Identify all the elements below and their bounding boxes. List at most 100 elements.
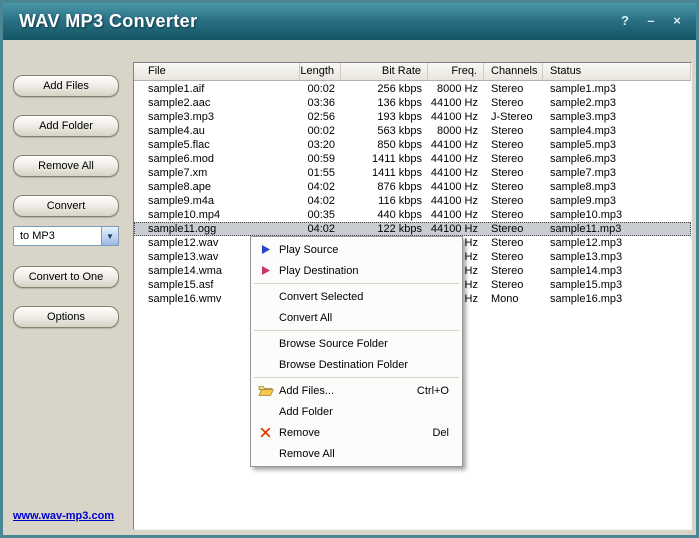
cell-channels: Stereo (484, 138, 543, 152)
menu-item-label: Browse Destination Folder (279, 359, 408, 371)
table-row[interactable]: sample1.aif00:02256 kbps8000 HzStereosam… (134, 82, 691, 96)
cell-length: 01:55 (300, 166, 341, 180)
menu-item-play-destination[interactable]: Play Destination (252, 260, 461, 281)
add-folder-button[interactable]: Add Folder (13, 115, 119, 137)
cell-status: sample14.mp3 (543, 264, 691, 278)
cell-status: sample9.mp3 (543, 194, 691, 208)
cell-channels: Stereo (484, 82, 543, 96)
table-row[interactable]: sample4.au00:02563 kbps8000 HzStereosamp… (134, 124, 691, 138)
cell-length: 03:20 (300, 138, 341, 152)
cell-channels: Stereo (484, 264, 543, 278)
cell-file: sample3.mp3 (134, 110, 300, 124)
menu-item-remove-all[interactable]: Remove All (252, 443, 461, 464)
minimize-button[interactable]: – (642, 13, 660, 30)
convert-button[interactable]: Convert (13, 195, 119, 217)
cell-channels: Mono (484, 292, 543, 306)
table-row[interactable]: sample3.mp302:56193 kbps44100 HzJ-Stereo… (134, 110, 691, 124)
menu-separator (254, 377, 459, 378)
table-row[interactable]: sample7.xm01:551411 kbps44100 HzStereosa… (134, 166, 691, 180)
cell-freq: 44100 Hz (428, 166, 484, 180)
cell-channels: Stereo (484, 194, 543, 208)
menu-item-convert-all[interactable]: Convert All (252, 307, 461, 328)
column-header-channels[interactable]: Channels (484, 63, 543, 80)
table-row[interactable]: sample2.aac03:36136 kbps44100 HzStereosa… (134, 96, 691, 110)
cell-status: sample12.mp3 (543, 236, 691, 250)
menu-item-play-source[interactable]: Play Source (252, 239, 461, 260)
menu-item-label: Play Source (279, 244, 338, 256)
menu-item-browse-source-folder[interactable]: Browse Source Folder (252, 333, 461, 354)
column-header-freq[interactable]: Freq. (428, 63, 484, 80)
menu-item-browse-destination-folder[interactable]: Browse Destination Folder (252, 354, 461, 375)
cell-freq: 8000 Hz (428, 82, 484, 96)
menu-item-convert-selected[interactable]: Convert Selected (252, 286, 461, 307)
cell-freq: 44100 Hz (428, 110, 484, 124)
menu-item-label: Play Destination (279, 265, 359, 277)
cell-channels: Stereo (484, 222, 543, 236)
remove-all-button[interactable]: Remove All (13, 155, 119, 177)
table-row[interactable]: sample5.flac03:20850 kbps44100 HzStereos… (134, 138, 691, 152)
menu-item-label: Convert Selected (279, 291, 363, 303)
options-button[interactable]: Options (13, 306, 119, 328)
output-format-select[interactable]: to MP3 ▼ (13, 226, 119, 246)
website-link[interactable]: www.wav-mp3.com (13, 510, 114, 522)
cell-status: sample10.mp3 (543, 208, 691, 222)
help-button[interactable]: ? (616, 13, 634, 30)
close-button[interactable]: × (668, 13, 686, 30)
cell-status: sample2.mp3 (543, 96, 691, 110)
menu-item-add-files[interactable]: Add Files...Ctrl+O (252, 380, 461, 401)
menu-item-label: Convert All (279, 312, 332, 324)
cell-bitrate: 850 kbps (341, 138, 428, 152)
menu-item-label: Browse Source Folder (279, 338, 388, 350)
cell-length: 04:02 (300, 194, 341, 208)
column-header-length[interactable]: Length (300, 63, 341, 80)
column-header-bitrate[interactable]: Bit Rate (341, 63, 428, 80)
cell-status: sample7.mp3 (543, 166, 691, 180)
cell-status: sample1.mp3 (543, 82, 691, 96)
cell-status: sample16.mp3 (543, 292, 691, 306)
menu-item-label: Remove (279, 427, 320, 439)
cell-status: sample4.mp3 (543, 124, 691, 138)
cell-freq: 44100 Hz (428, 180, 484, 194)
cell-bitrate: 563 kbps (341, 124, 428, 138)
column-header-file[interactable]: File (134, 63, 300, 80)
window-title: WAV MP3 Converter (19, 11, 198, 32)
menu-item-label: Remove All (279, 448, 335, 460)
table-row[interactable]: sample11.ogg04:02122 kbps44100 HzStereos… (134, 222, 691, 236)
cell-freq: 8000 Hz (428, 124, 484, 138)
cell-file: sample6.mod (134, 152, 300, 166)
convert-to-one-button[interactable]: Convert to One (13, 266, 119, 288)
cell-channels: Stereo (484, 236, 543, 250)
menu-item-remove[interactable]: RemoveDel (252, 422, 461, 443)
cell-bitrate: 136 kbps (341, 96, 428, 110)
table-row[interactable]: sample10.mp400:35440 kbps44100 HzStereos… (134, 208, 691, 222)
menu-item-add-folder[interactable]: Add Folder (252, 401, 461, 422)
cell-file: sample4.au (134, 124, 300, 138)
menu-item-shortcut: Ctrl+O (417, 385, 461, 397)
cell-status: sample5.mp3 (543, 138, 691, 152)
output-format-value: to MP3 (14, 230, 55, 242)
chevron-down-icon[interactable]: ▼ (101, 227, 118, 245)
open-folder-icon (252, 384, 279, 397)
cell-file: sample2.aac (134, 96, 300, 110)
table-row[interactable]: sample8.ape04:02876 kbps44100 HzStereosa… (134, 180, 691, 194)
cell-length: 02:56 (300, 110, 341, 124)
table-row[interactable]: sample9.m4a04:02116 kbps44100 HzStereosa… (134, 194, 691, 208)
title-bar[interactable]: WAV MP3 Converter ? – × (3, 3, 696, 40)
column-header-status[interactable]: Status (543, 63, 691, 80)
cell-freq: 44100 Hz (428, 222, 484, 236)
play-destination-icon (252, 265, 279, 276)
cell-length: 00:02 (300, 82, 341, 96)
cell-channels: Stereo (484, 250, 543, 264)
cell-freq: 44100 Hz (428, 208, 484, 222)
cell-freq: 44100 Hz (428, 152, 484, 166)
cell-channels: Stereo (484, 96, 543, 110)
cell-freq: 44100 Hz (428, 96, 484, 110)
cell-file: sample10.mp4 (134, 208, 300, 222)
cell-status: sample6.mp3 (543, 152, 691, 166)
cell-file: sample7.xm (134, 166, 300, 180)
table-row[interactable]: sample6.mod00:591411 kbps44100 HzStereos… (134, 152, 691, 166)
caption-buttons: ? – × (616, 13, 686, 30)
cell-status: sample3.mp3 (543, 110, 691, 124)
add-files-button[interactable]: Add Files (13, 75, 119, 97)
list-header: File Length Bit Rate Freq. Channels Stat… (134, 63, 691, 81)
